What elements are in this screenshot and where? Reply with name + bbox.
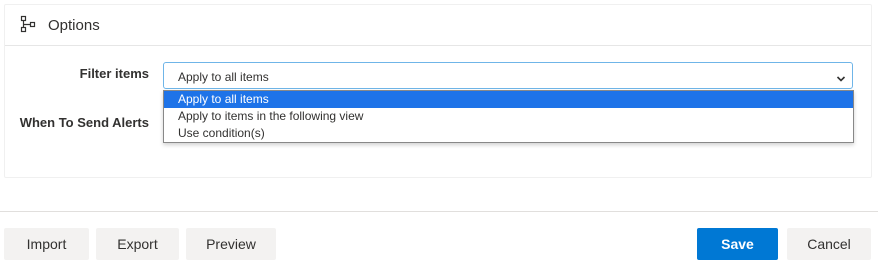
when-to-send-alerts-label: When To Send Alerts bbox=[19, 115, 149, 130]
panel-header: Options bbox=[5, 5, 871, 46]
filter-items-label: Filter items bbox=[79, 66, 149, 81]
flow-icon bbox=[20, 15, 36, 33]
filter-items-dropdown: Apply to all items Apply to items in the… bbox=[163, 90, 854, 143]
chevron-down-icon bbox=[836, 71, 846, 82]
cancel-button[interactable]: Cancel bbox=[787, 228, 871, 260]
export-button[interactable]: Export bbox=[96, 228, 179, 260]
footer-divider bbox=[0, 211, 878, 212]
option-apply-items-in-view[interactable]: Apply to items in the following view bbox=[164, 108, 853, 125]
filter-items-select-value: Apply to all items bbox=[178, 70, 269, 84]
option-apply-all-items[interactable]: Apply to all items bbox=[164, 91, 853, 108]
filter-items-select[interactable]: Apply to all items bbox=[163, 62, 853, 89]
save-button[interactable]: Save bbox=[697, 228, 778, 260]
panel-title: Options bbox=[48, 17, 100, 34]
option-use-conditions[interactable]: Use condition(s) bbox=[164, 125, 853, 142]
preview-button[interactable]: Preview bbox=[186, 228, 276, 260]
import-button[interactable]: Import bbox=[4, 228, 89, 260]
